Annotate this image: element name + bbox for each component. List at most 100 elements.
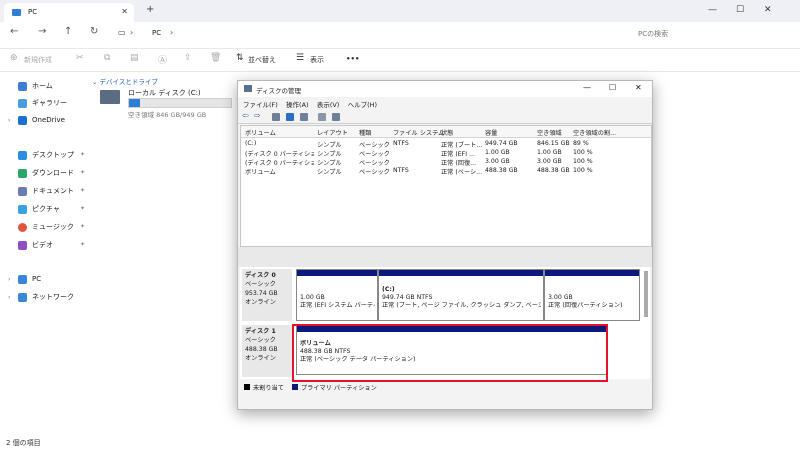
disk1-name: ディスク 1 (245, 328, 276, 335)
col-volume[interactable]: ボリューム (245, 128, 276, 137)
document-icon (18, 186, 27, 196)
nav-label: ミュージック (32, 223, 74, 231)
menu-view[interactable]: 表示(V) (317, 101, 340, 109)
menu-file[interactable]: ファイル(F) (243, 101, 278, 109)
nav-music[interactable]: ミュージック (8, 220, 74, 234)
pin-icon[interactable]: ✦ (80, 187, 85, 194)
nav-videos[interactable]: ビデオ (8, 238, 53, 252)
table-cell[interactable]: (ディスク 0 パーティション... (245, 149, 314, 158)
col-layout[interactable]: レイアウト (317, 128, 348, 137)
table-cell[interactable]: (C:) (245, 140, 314, 147)
command-bar (0, 48, 800, 72)
col-capacity[interactable]: 容量 (485, 128, 497, 137)
breadcrumb[interactable]: PC (152, 29, 161, 37)
share-icon[interactable]: ⇪ (184, 53, 192, 63)
address-bar[interactable]: ▭ › PC › (118, 26, 606, 40)
disk0-type: ベーシック (245, 281, 276, 288)
chevron-right-icon: › (170, 28, 174, 37)
nav-network[interactable]: › ネットワーク (8, 290, 74, 304)
dm-close-button[interactable]: ✕ (635, 83, 642, 92)
col-fs[interactable]: ファイル システム (393, 128, 444, 137)
partition-c-desc: 正常 (ブート, ページ ファイル, クラッシュ ダンプ, ベーシック データ … (382, 302, 541, 309)
forward-icon[interactable]: ⇨ (254, 111, 261, 120)
menu-help[interactable]: ヘルプ(H) (348, 101, 377, 109)
cloud-icon (18, 115, 27, 125)
disk1-label[interactable]: ディスク 1 ベーシック 488.38 GB オンライン (242, 325, 292, 377)
disk0-label[interactable]: ディスク 0 ベーシック 953.74 GB オンライン (242, 269, 292, 321)
new-icon[interactable]: ⊕ (10, 53, 18, 63)
new-tab-button[interactable]: + (146, 4, 154, 15)
download-icon (18, 168, 27, 178)
sort-button[interactable]: 並べ替え (248, 55, 276, 65)
nav-documents[interactable]: ドキュメント (8, 184, 74, 198)
back-icon[interactable]: ⇦ (242, 111, 249, 120)
table-cell: 正常 (回復... (441, 160, 477, 167)
up-icon[interactable]: ↑ (64, 26, 72, 37)
pin-icon[interactable]: ✦ (80, 169, 85, 176)
menu-action[interactable]: 操作(A) (286, 101, 309, 109)
cut-icon[interactable]: ✂ (76, 53, 84, 63)
table-cell: ベーシック (359, 151, 390, 158)
partition-recovery[interactable]: 3.00 GB 正常 (回復パーティション) (544, 269, 640, 321)
nav-gallery[interactable]: ギャラリー (8, 96, 67, 110)
back-icon[interactable]: ← (10, 26, 18, 37)
drive-name[interactable]: ローカル ディスク (C:) (128, 88, 201, 98)
close-window-button[interactable]: ✕ (764, 5, 772, 15)
partition-c[interactable]: (C:) 949.74 GB NTFS 正常 (ブート, ページ ファイル, ク… (378, 269, 544, 321)
properties-icon[interactable] (300, 113, 308, 121)
rename-icon[interactable]: Ⓐ (158, 53, 167, 66)
search-input[interactable]: PCの検索 (628, 26, 794, 40)
key-icon[interactable] (318, 113, 326, 121)
maximize-button[interactable]: ☐ (736, 5, 744, 15)
help-icon[interactable] (286, 113, 294, 121)
pin-icon[interactable]: ✦ (80, 205, 85, 212)
new-button[interactable]: 新規作成 (24, 55, 52, 65)
dm-maximize-button[interactable]: ☐ (609, 83, 616, 92)
disk-mgmt-icon (244, 85, 252, 92)
table-cell: 100 % (573, 167, 593, 174)
pin-icon[interactable]: ✦ (80, 151, 85, 158)
table-cell[interactable]: ボリューム (245, 167, 314, 176)
partition-efi[interactable]: 1.00 GB 正常 (EFI システム パーティショ (296, 269, 378, 321)
network-icon (18, 292, 27, 302)
col-status[interactable]: 状態 (441, 128, 453, 137)
view-button[interactable]: 表示 (310, 55, 324, 65)
col-free[interactable]: 空き領域 (537, 128, 562, 137)
paste-icon[interactable]: ▤ (130, 53, 139, 63)
nav-pc[interactable]: › PC (8, 272, 41, 286)
table-cell: シンプル (317, 142, 342, 149)
nav-home[interactable]: ホーム (8, 79, 53, 93)
video-icon (18, 240, 27, 250)
close-tab-icon[interactable]: ✕ (121, 7, 128, 16)
tab-pc[interactable]: PC ✕ (4, 3, 134, 22)
pin-icon[interactable]: ✦ (80, 241, 85, 248)
col-free-pct[interactable]: 空き領域の割... (573, 128, 647, 137)
table-cell: 488.38 GB (485, 167, 518, 174)
nav-label: ビデオ (32, 241, 53, 249)
more-button[interactable]: ••• (346, 55, 359, 63)
copy-icon[interactable]: ⧉ (104, 53, 110, 63)
nav-pictures[interactable]: ピクチャ (8, 202, 60, 216)
highlight-box (292, 324, 608, 382)
minimize-button[interactable]: — (708, 5, 717, 15)
disk-scrollbar[interactable] (644, 271, 648, 317)
pin-icon[interactable]: ✦ (80, 223, 85, 230)
table-cell[interactable]: (ディスク 0 パーティション... (245, 158, 314, 167)
table-cell: 正常 (EFI ... (441, 151, 475, 158)
refresh-icon[interactable]: ↻ (90, 26, 98, 37)
delete-icon[interactable]: 🗑 (210, 53, 221, 63)
col-type[interactable]: 種類 (359, 128, 371, 137)
list-icon[interactable] (272, 113, 280, 121)
nav-desktop[interactable]: デスクトップ (8, 148, 74, 162)
splitter[interactable] (238, 247, 652, 267)
dm-minimize-button[interactable]: — (583, 83, 591, 92)
nav-label: ピクチャ (32, 205, 60, 213)
forward-icon[interactable]: → (38, 26, 46, 37)
window-icon[interactable] (332, 113, 340, 121)
view-icon: ☰ (296, 53, 305, 63)
drive-free: 空き領域 846 GB/949 GB (128, 111, 207, 119)
nav-onedrive[interactable]: › OneDrive (8, 113, 65, 127)
nav-downloads[interactable]: ダウンロード (8, 166, 74, 180)
disk0-size: 953.74 GB (245, 290, 278, 297)
group-header[interactable]: ⌄ デバイスとドライブ (92, 76, 158, 86)
